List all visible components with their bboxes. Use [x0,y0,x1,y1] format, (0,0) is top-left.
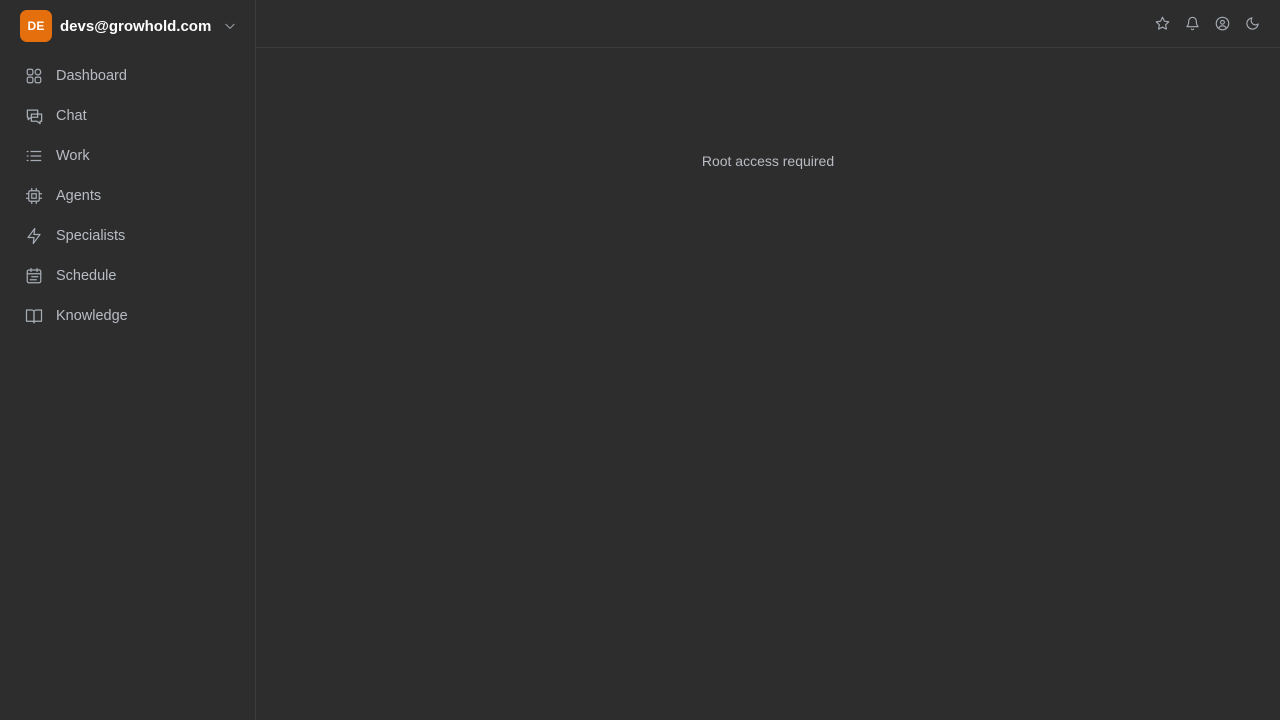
sidebar-item-schedule[interactable]: Schedule [0,256,255,296]
chat-icon [24,106,44,126]
sidebar-item-work[interactable]: Work [0,136,255,176]
sidebar-item-label: Work [56,148,90,164]
app-window: DE devs@growhold.com Dashboard Chat Work… [0,0,1280,720]
sidebar-item-label: Chat [56,108,87,124]
star-icon[interactable] [1154,16,1170,32]
top-bar [256,0,1280,48]
sidebar-nav: Dashboard Chat Work Agents Specialists S… [0,56,255,336]
sidebar-item-label: Agents [56,188,102,204]
main-content: Root access required [256,0,1280,720]
bell-icon[interactable] [1184,16,1200,32]
sidebar-item-label: Schedule [56,268,117,284]
book-icon [24,306,44,326]
sidebar-item-label: Knowledge [56,308,128,324]
sidebar: DE devs@growhold.com Dashboard Chat Work… [0,0,256,720]
sidebar-item-knowledge[interactable]: Knowledge [0,296,255,336]
lightning-icon [24,226,44,246]
dashboard-icon [24,66,44,86]
cpu-icon [24,186,44,206]
access-message: Root access required [701,153,835,169]
chevron-down-icon[interactable] [223,19,237,33]
sidebar-item-specialists[interactable]: Specialists [0,216,255,256]
avatar: DE [20,10,52,42]
sidebar-item-label: Dashboard [56,68,127,84]
account-email: devs@growhold.com [60,17,212,35]
account-switcher[interactable]: DE devs@growhold.com [0,0,255,52]
list-icon [24,146,44,166]
moon-icon[interactable] [1244,16,1260,32]
calendar-icon [24,266,44,286]
user-circle-icon[interactable] [1214,16,1230,32]
sidebar-item-agents[interactable]: Agents [0,176,255,216]
sidebar-item-label: Specialists [56,228,126,244]
sidebar-item-dashboard[interactable]: Dashboard [0,56,255,96]
sidebar-item-chat[interactable]: Chat [0,96,255,136]
